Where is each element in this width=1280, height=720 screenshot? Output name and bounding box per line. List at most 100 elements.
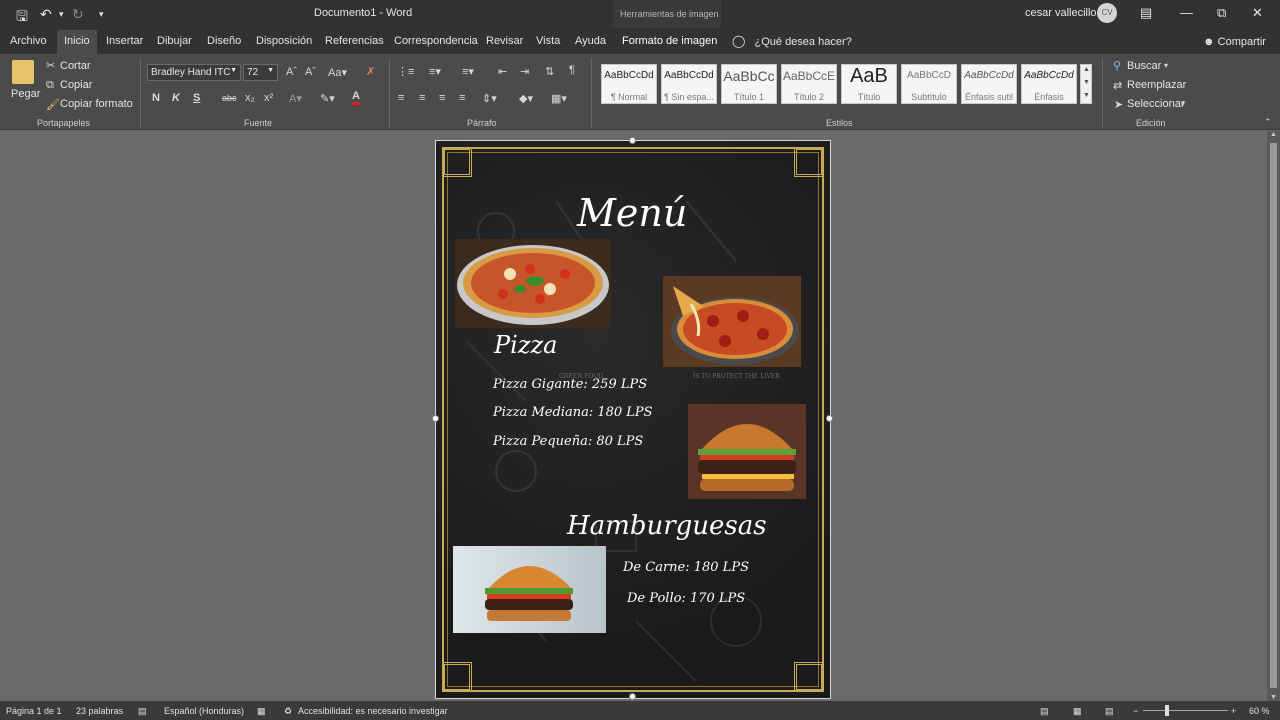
numbering-icon[interactable]: ≡▾ [429,65,441,78]
customize-toolbar-icon[interactable]: ▾ [99,9,104,20]
tab-disposicion[interactable]: Disposición [256,35,312,47]
resize-handle[interactable] [432,415,439,422]
underline-button[interactable]: S [193,92,200,104]
scroll-up-icon[interactable]: ▲ [1270,131,1277,138]
find-button[interactable]: Buscar [1127,60,1161,72]
ribbon-display-icon[interactable]: ▤ [1140,5,1152,21]
tab-revisar[interactable]: Revisar [486,35,523,47]
style-emphasis[interactable]: AaBbCcDd Énfasis [1021,64,1077,104]
user-name[interactable]: cesar vallecillo [1025,7,1097,19]
avatar[interactable]: CV [1097,3,1117,23]
style-no-spacing[interactable]: AaBbCcDd ¶ Sin espa... [661,64,717,104]
language[interactable]: Español (Honduras) [164,706,244,716]
strikethrough-icon[interactable]: abc [222,93,237,103]
align-right-icon[interactable]: ≡ [439,92,445,104]
font-size-select[interactable]: 72 ▼ [243,64,278,81]
style-subtitle[interactable]: AaBbCcD Subtítulo [901,64,957,104]
menu-title[interactable]: Menú [577,191,687,235]
undo-icon[interactable]: ↶ [40,6,52,23]
resize-handle[interactable] [629,693,636,700]
pizza-photo-1[interactable] [455,239,611,328]
pizza-photo-2[interactable] [663,276,801,367]
web-layout-icon[interactable]: ▤ [1105,706,1114,717]
increase-indent-icon[interactable]: ⇥ [520,65,529,78]
subscript-icon[interactable]: x₂ [245,92,255,104]
scroll-down-icon[interactable]: ▼ [1270,694,1277,701]
minimize-icon[interactable]: — [1180,5,1193,20]
tab-dibujar[interactable]: Dibujar [157,35,192,47]
text-effects-icon[interactable]: A▾ [289,92,302,105]
burger-photo-2[interactable] [453,546,606,633]
tab-vista[interactable]: Vista [536,35,560,47]
redo-icon[interactable]: ↻ [72,6,84,23]
burger-photo-1[interactable] [688,404,806,499]
pizza-item[interactable]: Pizza Gigante: 259 LPS [493,377,647,392]
font-name-select[interactable]: Bradley Hand ITC ▼ [147,64,241,81]
burger-heading[interactable]: Hamburguesas [567,511,767,541]
format-painter-button[interactable]: Copiar formato [60,98,133,110]
print-layout-icon[interactable]: ▦ [1073,706,1082,717]
tab-formato-imagen[interactable]: Formato de imagen [622,35,717,47]
italic-button[interactable]: K [172,92,180,104]
burger-item[interactable]: De Carne: 180 LPS [623,560,749,575]
style-subtle-emphasis[interactable]: AaBbCcDd Énfasis sutil [961,64,1017,104]
restore-icon[interactable]: ⧉ [1217,5,1226,21]
tab-archivo[interactable]: Archivo [10,35,47,47]
style-heading-2[interactable]: AaBbCcE Título 2 [781,64,837,104]
tab-ayuda[interactable]: Ayuda [575,35,606,47]
document-page[interactable]: Menú Pizza GREEN FOOD IS TO PROTECT THE … [435,140,831,699]
select-button[interactable]: Seleccionar [1127,98,1184,110]
read-mode-icon[interactable]: ▤ [1040,706,1049,717]
style-normal[interactable]: AaBbCcDd ¶ Normal [601,64,657,104]
paste-button[interactable]: Pegar [11,88,40,100]
tab-diseno[interactable]: Diseño [207,35,241,47]
pizza-heading[interactable]: Pizza [494,331,557,359]
align-center-icon[interactable]: ≡ [419,92,425,104]
grow-font-icon[interactable]: Aˆ [286,66,297,78]
tab-inicio[interactable]: Inicio [57,30,97,54]
shrink-font-icon[interactable]: Aˇ [305,66,316,78]
zoom-slider[interactable] [1143,705,1228,716]
zoom-out-icon[interactable]: − [1133,706,1138,716]
proofing-icon[interactable]: ▤ [138,706,147,717]
line-spacing-icon[interactable]: ⇕▾ [482,92,497,105]
align-left-icon[interactable]: ≡ [398,92,404,104]
replace-button[interactable]: Reemplazar [1127,79,1186,91]
show-marks-icon[interactable]: ¶ [569,64,575,76]
tab-referencias[interactable]: Referencias [325,35,384,47]
styles-scroll[interactable]: ▲ ▼ ▼ [1080,64,1092,104]
shading-icon[interactable]: ◆▾ [519,92,533,105]
decrease-indent-icon[interactable]: ⇤ [498,65,507,78]
scrollbar-thumb[interactable] [1270,143,1277,688]
vertical-scrollbar[interactable]: ▲ ▼ [1267,131,1280,701]
paste-icon[interactable] [12,60,34,84]
zoom-in-icon[interactable]: + [1231,706,1236,716]
bold-button[interactable]: N [152,92,160,104]
word-count[interactable]: 23 palabras [76,706,123,716]
superscript-icon[interactable]: x² [264,92,273,104]
multilevel-list-icon[interactable]: ≡▾ [462,65,474,78]
save-icon[interactable]: 🖫 [16,6,28,30]
chevron-down-icon[interactable]: ▾ [1181,99,1185,108]
zoom-slider-thumb[interactable] [1165,705,1169,716]
pizza-item[interactable]: Pizza Pequeña: 80 LPS [493,434,643,449]
sort-icon[interactable]: ⇅ [545,65,554,78]
zoom-level[interactable]: 60 % [1249,706,1270,716]
change-case-icon[interactable]: Aa▾ [328,66,347,79]
chevron-down-icon[interactable]: ▾ [1164,61,1168,70]
copy-button[interactable]: Copiar [60,79,92,91]
resize-handle[interactable] [826,415,833,422]
style-heading-1[interactable]: AaBbCc Título 1 [721,64,777,104]
style-title[interactable]: AaB Título [841,64,897,104]
bullets-icon[interactable]: ⋮≡ [397,65,414,78]
macro-icon[interactable]: ▦ [257,706,266,717]
collapse-ribbon-icon[interactable]: ⌃ [1264,117,1272,128]
accessibility-status[interactable]: Accesibilidad: es necesario investigar [298,706,448,716]
highlight-icon[interactable]: ✎▾ [320,92,335,105]
share-button[interactable]: ☻ Compartir [1203,36,1266,48]
cut-button[interactable]: Cortar [60,60,91,72]
resize-handle[interactable] [629,137,636,144]
pizza-item[interactable]: Pizza Mediana: 180 LPS [493,405,653,420]
justify-icon[interactable]: ≡ [459,92,465,104]
clear-formatting-icon[interactable]: ✗ [366,65,375,78]
